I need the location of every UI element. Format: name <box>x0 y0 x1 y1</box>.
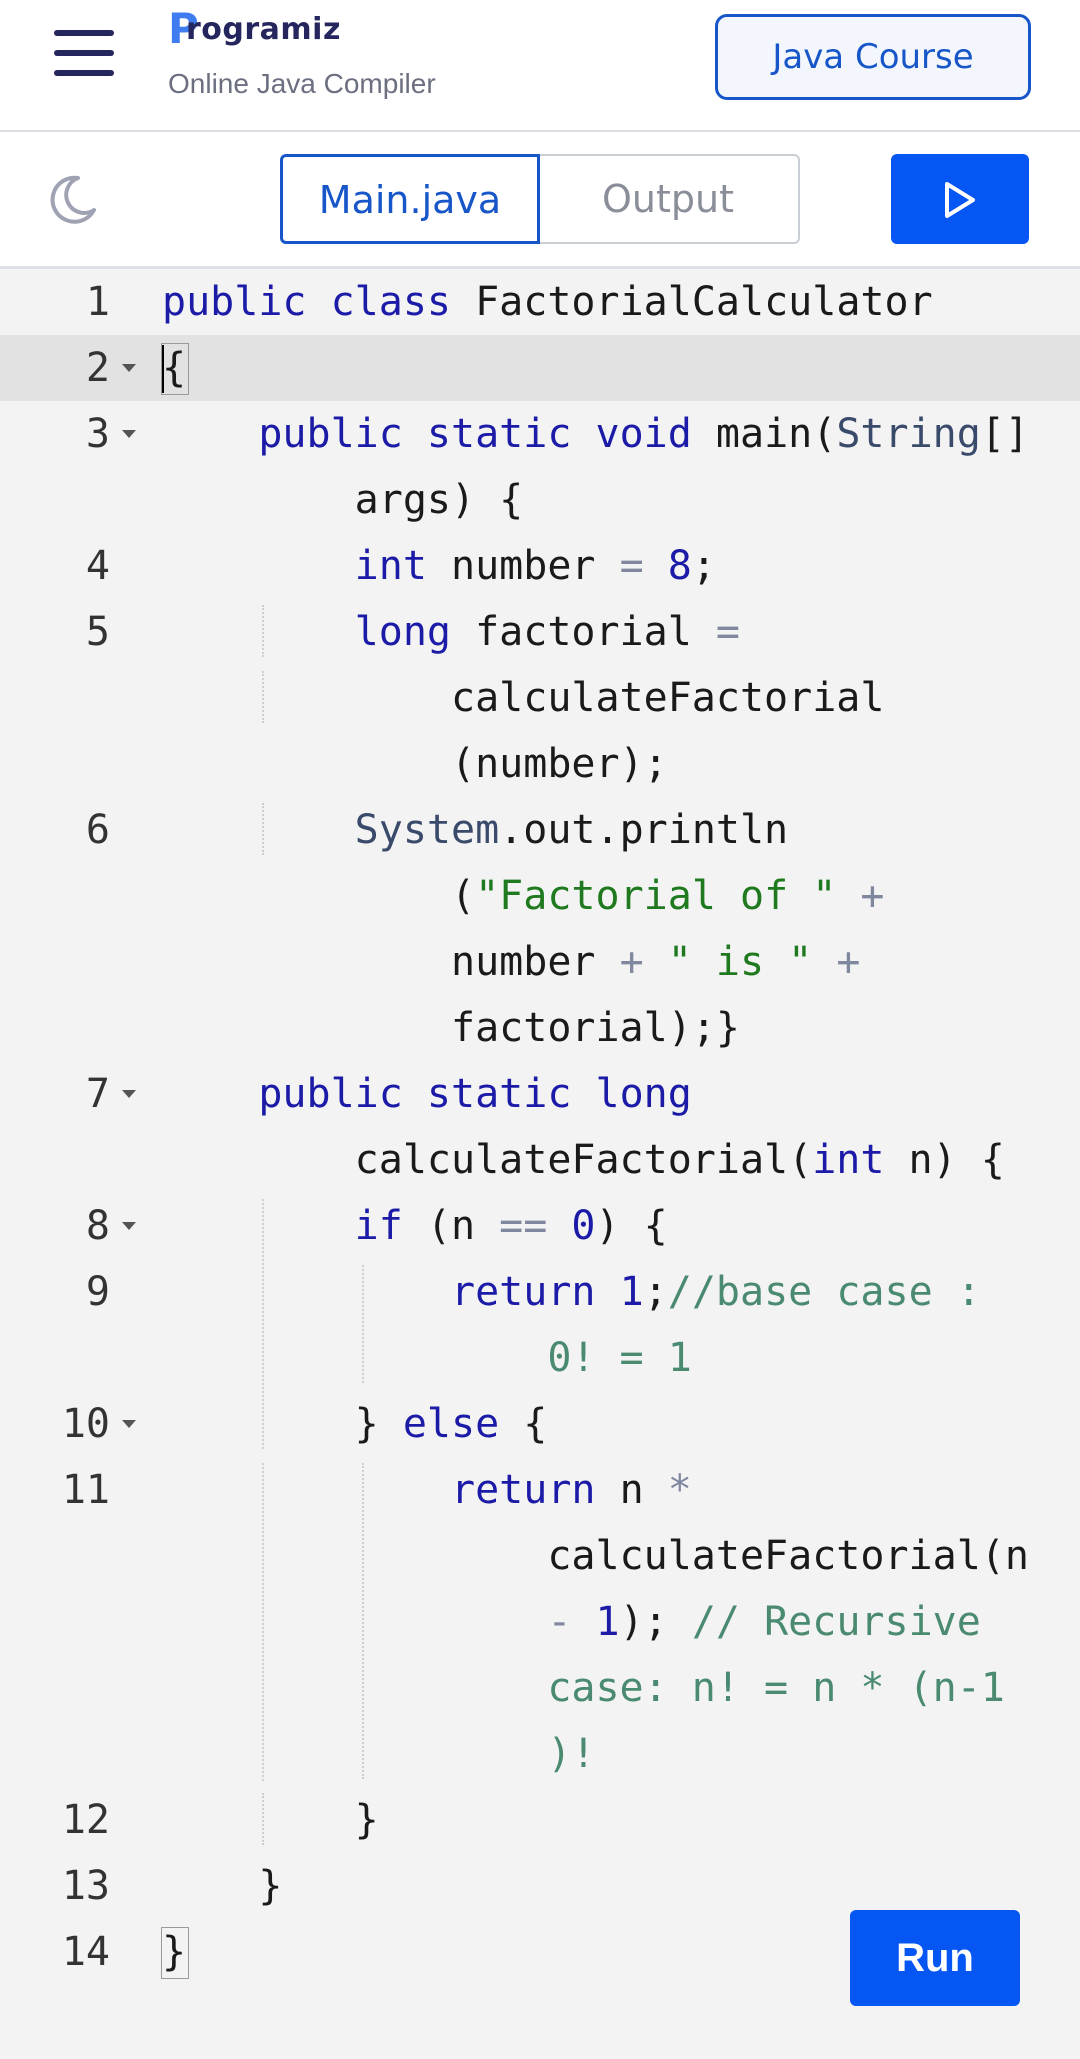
code-line-3: public static void main(String[] <box>258 411 1030 457</box>
code-line-10: } else { <box>162 1401 548 1447</box>
hamburger-menu-icon[interactable] <box>54 30 114 76</box>
code-line-11-wrap: calculateFactorial(n <box>162 1533 1029 1579</box>
code-line-11-wrap: case: n! = n * (n-1 <box>162 1665 1005 1711</box>
file-tabs: Main.java Output <box>280 154 800 244</box>
line-number: 14 <box>61 1929 110 1975</box>
tab-main-java[interactable]: Main.java <box>280 154 540 244</box>
line-number: 11 <box>61 1467 110 1513</box>
line-number: 9 <box>85 1269 110 1315</box>
code-line-11-wrap: )! <box>162 1731 596 1777</box>
app-header: P rogramiz Online Java Compiler Java Cou… <box>0 0 1080 132</box>
play-button[interactable] <box>891 154 1029 244</box>
fold-arrow-icon[interactable] <box>122 1222 136 1230</box>
bracket-match-highlight <box>161 343 189 395</box>
code-line-7: public static long <box>258 1071 692 1117</box>
line-number: 1 <box>85 279 110 325</box>
run-button[interactable]: Run <box>850 1910 1020 2006</box>
java-course-button[interactable]: Java Course <box>715 14 1031 100</box>
bracket-match-highlight <box>161 1927 189 1979</box>
line-number: 5 <box>85 609 110 655</box>
code-line-7-wrap: calculateFactorial(int n) { <box>162 1137 1005 1183</box>
code-editor[interactable]: 1 2 3 4 5 6 7 8 9 10 11 12 13 14 public … <box>0 269 1080 2059</box>
code-line-6: System.out.println <box>354 807 789 853</box>
fold-arrow-icon[interactable] <box>122 1090 136 1098</box>
code-line-6-wrap: factorial);} <box>162 1005 740 1051</box>
line-number: 7 <box>85 1071 110 1117</box>
editor-toolbar: Main.java Output <box>0 132 1080 269</box>
tab-output[interactable]: Output <box>538 154 800 244</box>
play-icon <box>945 182 975 218</box>
code-line-8: if (n == 0) { <box>354 1203 668 1249</box>
line-number: 3 <box>85 411 110 457</box>
page-subtitle: Online Java Compiler <box>168 68 436 99</box>
code-line-11-wrap: - 1); // Recursive <box>547 1599 981 1645</box>
code-line-4: int number = 8; <box>354 543 716 589</box>
code-line-3-wrap: args) { <box>162 477 524 523</box>
line-number: 8 <box>85 1203 110 1249</box>
line-number: 6 <box>85 807 110 853</box>
fold-arrow-icon[interactable] <box>122 364 136 372</box>
logo-text: rogramiz <box>186 12 341 47</box>
code-line-11: return n * <box>450 1467 692 1513</box>
code-line-9-wrap: 0! = 1 <box>162 1335 692 1381</box>
fold-arrow-icon[interactable] <box>122 1420 136 1428</box>
code-line-2: { <box>162 345 187 391</box>
code-line-5: long factorial = <box>354 609 740 655</box>
line-number: 12 <box>61 1797 110 1843</box>
code-line-12: } <box>162 1797 379 1843</box>
line-number: 4 <box>85 543 110 589</box>
code-line-6-wrap: ("Factorial of " + <box>162 873 885 919</box>
fold-arrow-icon[interactable] <box>122 430 136 438</box>
code-line-6-wrap: number + " is " + <box>162 939 861 985</box>
code-line-9: return 1;//base case : <box>450 1269 981 1315</box>
code-line-5-wrap: calculateFactorial <box>162 675 885 721</box>
moon-icon[interactable] <box>44 172 100 228</box>
line-number: 2 <box>85 345 110 391</box>
line-number: 10 <box>61 1401 110 1447</box>
code-line-5-wrap: (number); <box>162 741 668 787</box>
line-number: 13 <box>61 1863 110 1909</box>
code-line-1: public class FactorialCalculator <box>162 279 933 325</box>
